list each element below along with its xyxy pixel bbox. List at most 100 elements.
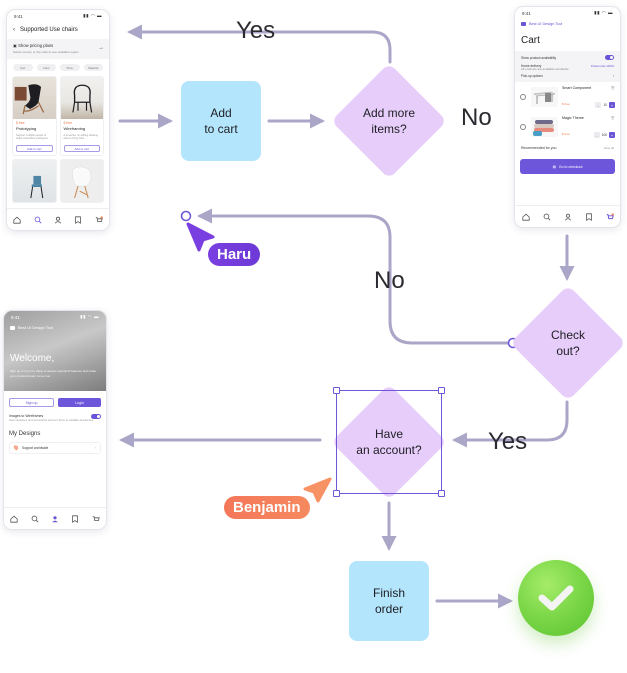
login-button[interactable]: Login [58, 398, 101, 407]
search-icon[interactable] [542, 212, 552, 222]
connector-no-back [197, 208, 514, 345]
trash-icon[interactable]: 🗑 [611, 86, 615, 90]
user-icon[interactable] [50, 514, 60, 524]
product-card[interactable]: $ free Wireframing A powerful, un-stifli… [59, 76, 104, 156]
node-add-more-items[interactable]: Add more items? [330, 62, 448, 180]
quantity-value[interactable]: 10 [603, 103, 607, 107]
selection-frame[interactable] [333, 387, 445, 497]
node-check-out[interactable]: Check out? [509, 284, 627, 402]
chip-material[interactable]: Material [83, 64, 103, 71]
chip-sort[interactable]: Sort [13, 64, 33, 71]
increase-button[interactable]: + [609, 132, 615, 138]
brand-logo-icon [521, 22, 526, 26]
tab-bar [7, 208, 109, 230]
node-finish-order[interactable]: Finish order [349, 561, 429, 641]
phone-welcome-screen: 9:41 ▮▮ ◠ ▬ Best UI Design Tool Welcome,… [3, 310, 107, 530]
signup-button[interactable]: Sign up [9, 398, 54, 407]
item-image-table [531, 87, 558, 107]
resize-handle-top-right[interactable] [438, 387, 445, 394]
screen-title: Supported Use chairs [20, 26, 78, 33]
welcome-subtitle: Sign up or log in to Vitely to access sp… [10, 369, 96, 378]
success-badge [518, 560, 594, 636]
postal-code-link[interactable]: Postal code 10001 [591, 64, 614, 68]
bookmark-icon[interactable] [584, 212, 594, 222]
product-card[interactable]: $ free Prototyping Support multiple peop… [12, 76, 57, 156]
pickup-options[interactable]: Pick-up options [521, 74, 543, 78]
welcome-heading: Welcome, [10, 353, 55, 364]
increase-button[interactable]: + [609, 102, 615, 108]
home-icon[interactable] [12, 215, 22, 225]
chevron-right-icon: › [612, 73, 614, 78]
screen-header: ‹ Supported Use chairs [7, 22, 109, 37]
product-grid: $ free Prototyping Support multiple peop… [7, 76, 109, 203]
item-name: Smart Component [562, 86, 592, 90]
edge-label-no-right: No [461, 104, 492, 131]
brand-header: Best UI Design Tool [4, 323, 106, 332]
product-price: $ free [63, 121, 73, 125]
availability-toggle[interactable] [605, 55, 614, 60]
product-image-lounge-chair [13, 77, 56, 119]
signal-icon: ▮▮ ◠ ▬ [83, 13, 102, 18]
cart-icon[interactable] [94, 215, 104, 225]
recommended-row: Recommended for you View all [515, 142, 620, 154]
chip-color[interactable]: Color [36, 64, 56, 71]
availability-label: Show product availability [521, 55, 557, 60]
add-to-cart-button[interactable]: Add to cart [63, 145, 100, 152]
cart-icon[interactable] [605, 212, 615, 222]
trash-icon[interactable]: 🗑 [611, 116, 615, 120]
support-label: Support worldwide [22, 445, 49, 450]
product-image-white-chair[interactable] [59, 159, 104, 203]
signal-icon: ▮▮ ◠ ▬ [594, 10, 613, 15]
resize-handle-bottom-left[interactable] [333, 490, 340, 497]
chip-price[interactable]: Price [60, 64, 80, 71]
brand-logo-icon [10, 325, 15, 330]
page-title: Cart [521, 35, 540, 46]
resize-handle-top-left[interactable] [333, 387, 340, 394]
quantity-value[interactable]: 100 [602, 133, 607, 137]
feature-toggle[interactable] [91, 414, 101, 419]
edge-label-yes-bottom: Yes [488, 428, 528, 455]
status-bar: 9:41 ▮▮ ◠ ▬ [4, 311, 106, 323]
pricing-banner[interactable]: ▣ Show pricing plans Select country or Z… [7, 39, 109, 59]
product-name: Prototyping [16, 126, 37, 131]
tab-bar [515, 205, 620, 227]
node-add-to-cart[interactable]: Add to cart [181, 81, 261, 161]
home-icon[interactable] [9, 514, 19, 524]
status-bar: 9:41 ▮▮ ◠ ▬ [515, 7, 620, 19]
status-bar: 9:41 ▮▮ ◠ ▬ [7, 10, 109, 22]
home-icon[interactable] [521, 212, 531, 222]
back-icon[interactable]: ‹ [13, 27, 15, 33]
status-time: 9:41 [11, 314, 20, 320]
support-worldwide-row[interactable]: Support worldwide › [9, 441, 101, 454]
search-icon[interactable] [30, 514, 40, 524]
phone-cart-screen: 9:41 ▮▮ ◠ ▬ Best UI Design Tool Cart Sho… [514, 6, 621, 228]
status-time: 9:41 [14, 13, 23, 19]
checkmark-icon [538, 585, 574, 611]
decrease-button[interactable]: - [593, 132, 600, 138]
bookmark-icon[interactable] [70, 514, 80, 524]
signal-icon: ▮▮ ◠ ▬ [80, 314, 99, 319]
item-price: $ free [562, 132, 570, 136]
item-select-radio[interactable] [520, 94, 526, 100]
quantity-stepper: - 10 + [595, 102, 615, 108]
brand-name: Best UI Design Tool [529, 22, 563, 26]
user-icon[interactable] [53, 215, 63, 225]
user-icon[interactable] [563, 212, 573, 222]
bookmark-icon[interactable] [73, 215, 83, 225]
checkout-button[interactable]: ▤ Go to checkout [520, 159, 615, 174]
tab-bar [4, 507, 106, 529]
cursor-tag-haru: Haru [208, 243, 261, 266]
search-icon[interactable] [33, 215, 43, 225]
cart-icon[interactable] [91, 514, 101, 524]
resize-handle-bottom-right[interactable] [438, 490, 445, 497]
view-all-link[interactable]: View all [604, 146, 614, 150]
decrease-button[interactable]: - [595, 102, 602, 108]
add-to-cart-button[interactable]: Add to cart [16, 145, 53, 152]
item-select-radio[interactable] [520, 124, 526, 130]
edge-label-no-middle: No [374, 267, 405, 294]
phone-products-screen: 9:41 ▮▮ ◠ ▬ ‹ Supported Use chairs ▣ Sho… [6, 9, 110, 231]
product-image-blue-chair[interactable] [12, 159, 57, 203]
benjamin-cursor-icon [303, 477, 332, 503]
product-name: Wireframing [63, 126, 86, 131]
banner-subtitle: Select country or Zip code to see availa… [13, 50, 79, 54]
